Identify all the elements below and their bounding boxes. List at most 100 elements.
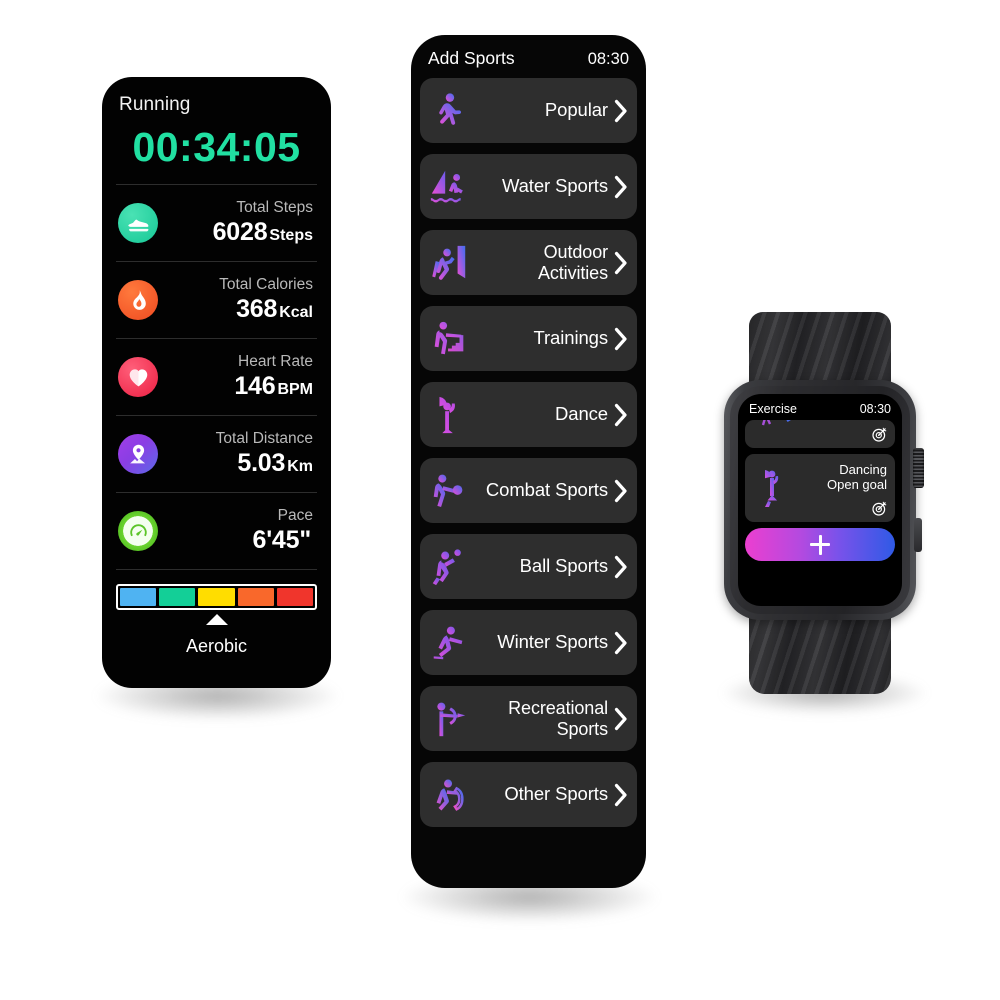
sport-label: Trainings: [533, 327, 608, 349]
metric-label: Total Distance: [215, 429, 313, 447]
chevron-right-icon: [614, 403, 628, 427]
zone-segment-2: [159, 588, 196, 606]
chevron-right-icon: [614, 99, 628, 123]
metric-number: 146: [234, 372, 276, 401]
dancer-icon: [751, 460, 795, 516]
chevron-right-icon: [614, 327, 628, 351]
chevron-right-icon: [614, 555, 628, 579]
location-icon: [118, 434, 158, 474]
sport-category-winter-sports[interactable]: Winter Sports: [420, 610, 637, 675]
add-exercise-button[interactable]: [745, 528, 895, 561]
zone-segment-1: [120, 588, 157, 606]
screenshot-canvas: Running 00:34:05 Total Steps 6028Steps: [0, 0, 1000, 1000]
page-title: Add Sports: [428, 48, 515, 68]
metric-row: Total Calories 368 Kcal: [116, 261, 317, 338]
metric-unit: BPM: [277, 381, 313, 399]
sport-label: Combat Sports: [485, 479, 608, 501]
watch-screen-title: Exercise: [749, 402, 797, 416]
target-goal-icon[interactable]: [871, 426, 888, 443]
runner-icon: [427, 88, 471, 134]
metric-number: 368: [236, 295, 278, 324]
sport-label: Recreational Sports: [508, 698, 608, 739]
metric-value: 5.03 Km: [158, 448, 313, 478]
metric-row: Heart Rate 146 BPM: [116, 338, 317, 415]
metric-text: Total Calories 368 Kcal: [158, 276, 315, 325]
exercise-name: Dancing: [839, 462, 887, 477]
metric-number: 6028: [212, 218, 268, 247]
metric-label: Total Steps: [236, 198, 313, 216]
sport-category-recreational-sports[interactable]: Recreational Sports: [420, 686, 637, 751]
sport-label: Dance: [555, 403, 608, 425]
plus-icon: [810, 534, 830, 555]
elapsed-timer: 00:34:05: [132, 124, 301, 170]
metric-unit: Km: [287, 458, 313, 476]
dancer-icon: [427, 392, 471, 438]
metric-label: Heart Rate: [238, 352, 313, 370]
climbing-icon: [427, 240, 471, 286]
volleyball-icon: [427, 544, 471, 590]
rope-jump-icon: [427, 772, 471, 818]
sport-category-water-sports[interactable]: Water Sports: [420, 154, 637, 219]
heart-rate-zone-section: Aerobic: [116, 569, 317, 657]
running-summary-panel: Running 00:34:05 Total Steps 6028Steps: [102, 77, 331, 688]
sport-category-popular[interactable]: Popular: [420, 78, 637, 143]
windsurf-icon: [427, 164, 471, 210]
speedometer-icon: [118, 511, 158, 551]
sport-label: Outdoor Activities: [537, 242, 608, 283]
sport-label: Popular: [544, 99, 608, 121]
sport-label: Winter Sports: [497, 631, 608, 653]
metric-text: Pace 6'45": [158, 507, 315, 556]
add-sports-panel: Add Sports 08:30 Popular Water Sports Ou…: [411, 35, 646, 888]
watch-side-button[interactable]: [914, 518, 922, 552]
metric-value: 368 Kcal: [158, 294, 313, 324]
stepper-icon: [427, 316, 471, 362]
flame-icon: [118, 280, 158, 320]
exercise-goal: Open goal: [827, 477, 887, 493]
sport-category-combat-sports[interactable]: Combat Sports: [420, 458, 637, 523]
metric-list: Total Steps 6028 Steps Total Calories 368: [102, 184, 331, 569]
partial-figure-icon: [761, 420, 791, 426]
sport-category-dance[interactable]: Dance: [420, 382, 637, 447]
sport-label: Water Sports: [501, 175, 608, 197]
zone-indicator-arrow: [205, 614, 228, 625]
watch-crown[interactable]: [913, 448, 924, 488]
sport-category-outdoor-activities[interactable]: Outdoor Activities: [420, 230, 637, 295]
metric-label: Total Calories: [219, 275, 313, 293]
exercise-card-dancing[interactable]: Dancing Open goal: [745, 454, 895, 522]
sport-category-trainings[interactable]: Trainings: [420, 306, 637, 371]
sport-category-ball-sports[interactable]: Ball Sports: [420, 534, 637, 599]
status-time: 08:30: [587, 50, 629, 68]
metric-text: Heart Rate 146 BPM: [158, 353, 315, 402]
watch-case: Exercise 08:30 Dancing Open goal: [724, 380, 916, 620]
metric-value: 6'45": [158, 525, 313, 555]
watch-time: 08:30: [859, 402, 891, 416]
metric-row: Total Distance 5.03 Km: [116, 415, 317, 492]
chevron-right-icon: [614, 175, 628, 199]
zone-segment-3: [198, 588, 235, 606]
chevron-right-icon: [614, 707, 628, 731]
exercise-card-partial[interactable]: [745, 420, 895, 448]
metric-number: 6'45": [252, 526, 311, 555]
smartwatch: Exercise 08:30 Dancing Open goal: [710, 300, 930, 700]
metric-unit: Steps: [269, 227, 313, 245]
heart-rate-zone-bar: [116, 584, 317, 610]
archer-icon: [427, 696, 471, 742]
metric-value: 6028 Steps: [158, 217, 313, 247]
page-title: Running: [119, 94, 191, 115]
metric-value: 146 BPM: [158, 371, 313, 401]
zone-name-label: Aerobic: [185, 636, 248, 656]
metric-text: Total Steps 6028 Steps: [158, 199, 315, 248]
metric-number: 5.03: [237, 449, 286, 478]
metric-text: Total Distance 5.03 Km: [158, 430, 315, 479]
watch-status-bar: Exercise 08:30: [745, 394, 895, 420]
chevron-right-icon: [614, 479, 628, 503]
watch-screen: Exercise 08:30 Dancing Open goal: [738, 394, 902, 606]
chevron-right-icon: [614, 631, 628, 655]
sport-category-other-sports[interactable]: Other Sports: [420, 762, 637, 827]
chevron-right-icon: [614, 251, 628, 275]
zone-segment-5: [276, 588, 314, 606]
zone-segment-4: [237, 588, 274, 606]
shoe-icon: [118, 203, 158, 243]
target-goal-icon[interactable]: [871, 500, 888, 517]
metric-label: Pace: [277, 506, 313, 524]
